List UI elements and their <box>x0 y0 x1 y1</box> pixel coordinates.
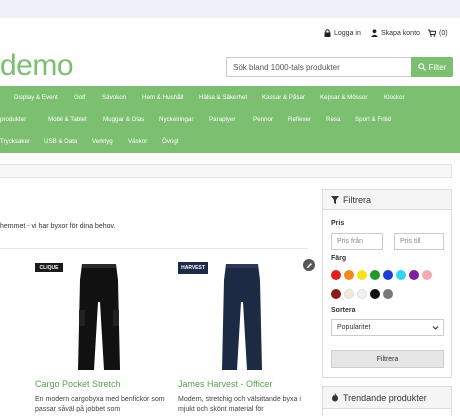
category-intro-text: hemmet - vi har byxor för dina behov. <box>0 223 116 230</box>
edit-button[interactable] <box>303 259 315 271</box>
category-link[interactable]: Kepsar & Mössor <box>320 94 367 101</box>
register-label: Skapa konto <box>381 29 420 37</box>
funnel-icon <box>331 195 339 204</box>
category-link[interactable]: Kassar & Påsar <box>262 94 305 101</box>
trending-panel: Trendande produkter <box>322 386 452 416</box>
category-link[interactable]: Sport & Fritid <box>355 116 391 123</box>
search-icon <box>417 63 426 71</box>
category-link[interactable]: Väskor <box>128 138 147 145</box>
search-input[interactable]: Sök bland 1000-tals produkter <box>226 57 411 77</box>
site-logo[interactable]: demo <box>0 46 74 86</box>
breadcrumb <box>0 164 452 178</box>
brand-name: HARVEST <box>181 265 205 271</box>
category-link[interactable]: Muggar & Glas <box>103 116 144 123</box>
color-swatch-pink[interactable] <box>422 270 432 280</box>
price-label: Pris <box>331 220 345 227</box>
category-link[interactable]: Golf <box>74 94 85 101</box>
brand-logo-clique: CLIQUE <box>35 263 63 272</box>
category-nav: Display & Event Golf Sävokon Hem & Hushå… <box>0 86 460 153</box>
filter-panel-header: Filtrera <box>323 190 451 210</box>
color-swatch-beige[interactable] <box>344 289 354 299</box>
category-link[interactable]: Display & Event <box>14 94 58 101</box>
color-swatch-gray[interactable] <box>383 289 393 299</box>
lock-icon <box>324 29 331 37</box>
color-swatch-red[interactable] <box>331 270 341 280</box>
category-link[interactable]: Nyckelringar <box>159 116 193 123</box>
product-description: Modern, stretchig och välsittande byxa i… <box>178 396 301 413</box>
filter-title: Filtrera <box>343 194 372 205</box>
category-link[interactable]: Hälsa & Säkerhet <box>199 94 247 101</box>
login-label: Logga in <box>334 29 361 37</box>
chevron-down-icon <box>432 326 439 330</box>
search-filter-button[interactable]: Filter <box>411 57 453 77</box>
color-swatch-yellow[interactable] <box>357 270 367 280</box>
category-link[interactable]: Reflexer <box>288 116 311 123</box>
category-link[interactable]: Sävokon <box>102 94 126 101</box>
category-link[interactable]: Paraplyer <box>209 116 235 123</box>
color-swatch-cyan[interactable] <box>396 270 406 280</box>
sort-label: Sortera <box>331 307 356 314</box>
sort-select[interactable]: Popularitet <box>331 319 444 336</box>
trending-panel-header: Trendande produkter <box>323 387 451 409</box>
sort-value: Popularitet <box>337 324 371 331</box>
cart-icon <box>428 29 436 37</box>
user-icon <box>371 29 378 37</box>
cart-count: (0) <box>439 29 448 37</box>
login-link[interactable]: Logga in <box>324 27 361 39</box>
top-strip <box>0 0 460 18</box>
brand-name: CLIQUE <box>39 264 59 271</box>
search-button-label: Filter <box>428 62 447 72</box>
color-label: Färg <box>331 255 347 262</box>
color-swatch-blue[interactable] <box>383 270 393 280</box>
category-link[interactable]: Hem & Hushåll <box>142 94 183 101</box>
color-swatch-black[interactable] <box>370 289 380 299</box>
category-link[interactable]: Verktyg <box>92 138 113 145</box>
product-title[interactable]: James Harvest - Officer <box>178 379 272 389</box>
color-swatch-green[interactable] <box>370 270 380 280</box>
product-title[interactable]: Cargo Pocket Stretch <box>35 379 121 389</box>
brand-logo-harvest: HARVEST <box>178 262 208 274</box>
color-swatch-orange[interactable] <box>344 270 354 280</box>
trending-title: Trendande produkter <box>343 392 427 403</box>
category-link[interactable]: Klockor <box>384 94 405 101</box>
price-to-input[interactable]: Pris till <box>394 233 444 250</box>
register-link[interactable]: Skapa konto <box>371 27 420 39</box>
category-link[interactable]: Mobil & Tablet <box>48 116 87 123</box>
product-image-officer-pants[interactable] <box>218 262 266 374</box>
category-link[interactable]: Trycksaker <box>0 138 30 145</box>
cart-link[interactable]: (0) <box>428 27 448 39</box>
pencil-icon <box>306 262 312 268</box>
price-from-input[interactable]: Pris från <box>331 233 383 250</box>
category-link[interactable]: Resa <box>326 116 340 123</box>
category-link[interactable]: USB & Data <box>44 138 77 145</box>
divider <box>0 248 308 249</box>
category-link[interactable]: Pennor <box>253 116 273 123</box>
product-description: En modern cargobyxa med benfickor som pa… <box>35 396 165 413</box>
category-link[interactable]: Övrigt <box>162 138 179 145</box>
color-swatch-dark-red[interactable] <box>331 289 341 299</box>
fire-icon <box>332 393 338 402</box>
color-swatch-purple[interactable] <box>409 270 419 280</box>
product-image-cargo-pants[interactable] <box>74 262 124 374</box>
color-swatch-white[interactable] <box>357 289 367 299</box>
category-link[interactable]: produkter <box>0 116 26 123</box>
filter-panel: Filtrera Pris Pris från Pris till Färg S… <box>322 189 452 378</box>
apply-filter-button[interactable]: Filtrera <box>331 350 444 368</box>
